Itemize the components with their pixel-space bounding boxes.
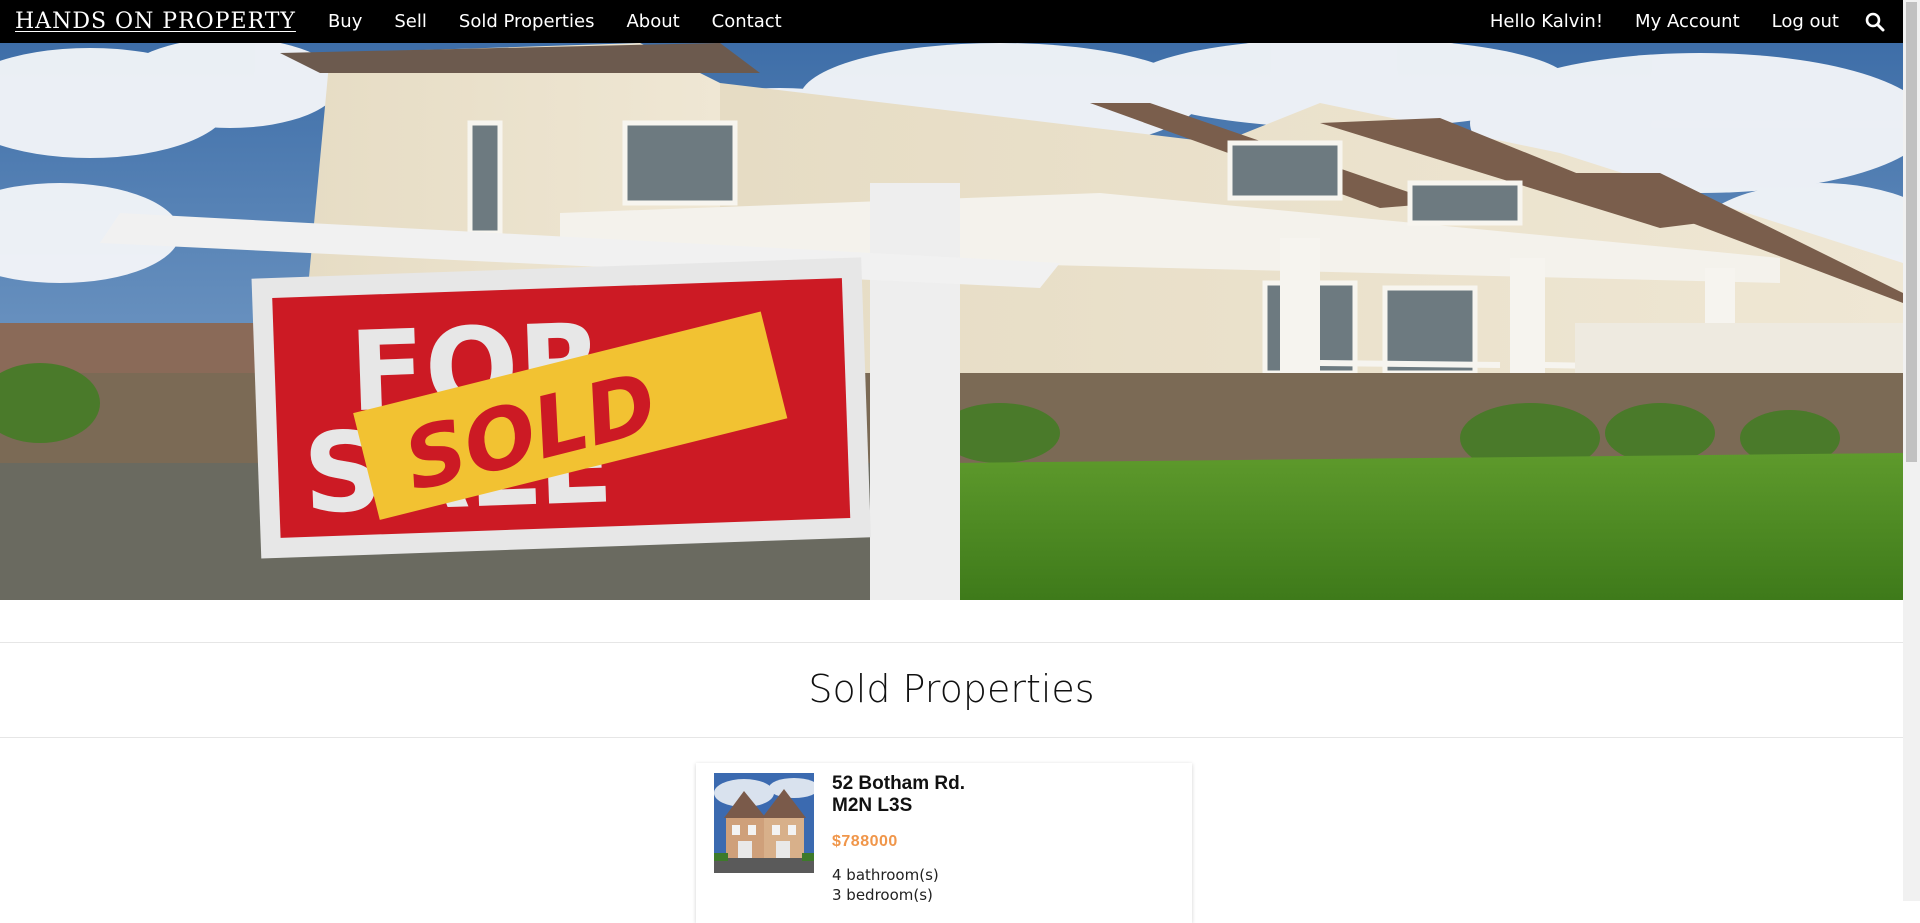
nav-sell[interactable]: Sell [378,11,443,32]
listing-bedrooms: 3 bedroom(s) [832,886,933,904]
nav-sold-properties[interactable]: Sold Properties [443,11,611,32]
listing-address-line1[interactable]: 52 Botham Rd. [832,773,965,795]
brand-logo[interactable]: HANDS ON PROPERTY [15,10,296,33]
listing-thumbnail[interactable] [714,773,814,873]
search-icon[interactable] [1865,12,1885,32]
nav-my-account[interactable]: My Account [1619,11,1756,32]
user-greeting[interactable]: Hello Kalvin! [1474,11,1619,32]
listing-address-line2: M2N L3S [832,795,913,816]
section-divider-bottom [0,737,1903,738]
nav-buy[interactable]: Buy [312,11,378,32]
page-title: Sold Properties [808,667,1095,711]
listing-price: $788000 [832,833,898,850]
nav-account: Hello Kalvin! My Account Log out [1474,11,1903,32]
section-divider-top [0,642,1903,643]
nav-primary: Buy Sell Sold Properties About Contact [312,11,798,32]
top-navbar: HANDS ON PROPERTY Buy Sell Sold Properti… [0,0,1903,43]
page-scrollbar[interactable] [1903,0,1920,901]
nav-about[interactable]: About [610,11,695,32]
hero-house-image: FOR SALE SOLD [0,43,1903,600]
nav-contact[interactable]: Contact [696,11,798,32]
listing-info: 52 Botham Rd. M2N L3S $788000 4 bathroom… [832,773,965,905]
listing-bathrooms: 4 bathroom(s) [832,866,939,884]
listing-card[interactable]: 52 Botham Rd. M2N L3S $788000 4 bathroom… [696,763,1192,923]
nav-log-out[interactable]: Log out [1756,11,1855,32]
hero-banner: FOR SALE SOLD [0,43,1903,600]
scrollbar-thumb[interactable] [1906,2,1917,462]
